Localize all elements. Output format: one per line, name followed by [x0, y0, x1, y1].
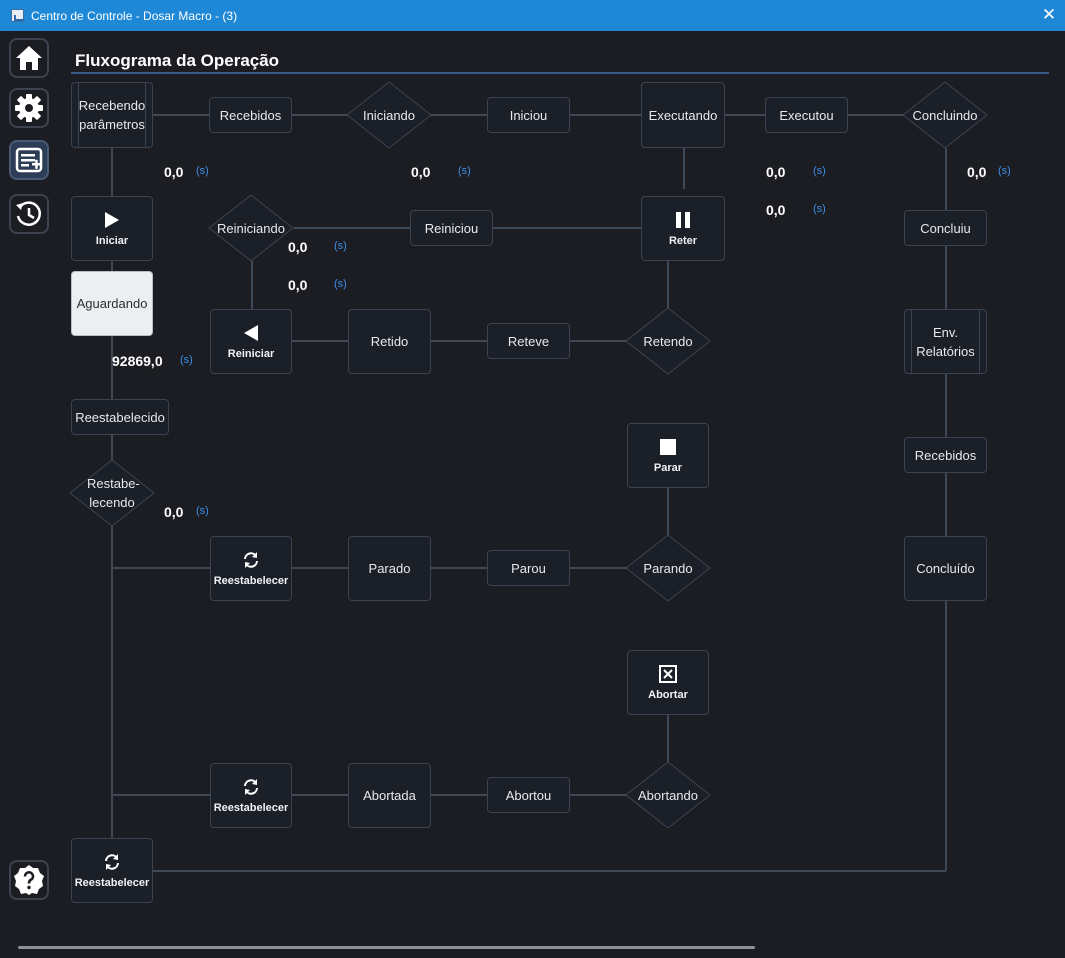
state-label: Concluindo	[912, 107, 978, 123]
transition-label: Concluiu	[920, 220, 971, 236]
back-arrow-icon	[244, 324, 258, 341]
timer-unit: (s)	[813, 165, 826, 177]
button-label: Abortar	[648, 688, 688, 701]
transition-label: Reiniciou	[424, 220, 479, 236]
transition-label: Reteve	[507, 333, 550, 349]
state-label: Iniciando	[362, 107, 416, 123]
state-label: Abortada	[363, 788, 416, 803]
state-label: Retendo	[643, 333, 693, 349]
reestabelecer-button[interactable]: Reestabelecer	[71, 838, 153, 903]
state-label: Concluído	[916, 561, 975, 576]
state-restabelecendo: Restabe- lecendo	[69, 459, 155, 527]
abortar-button[interactable]: Abortar	[627, 650, 709, 715]
state-abortando: Abortando	[625, 761, 711, 829]
timer-recebendo: 0,0	[164, 164, 184, 180]
refresh-icon	[244, 778, 258, 795]
transition-iniciou: Iniciou	[487, 97, 570, 133]
button-label: Parar	[653, 461, 683, 474]
state-recebendo-parametros: Recebendo parâmetros	[71, 82, 153, 148]
timer-unit: (s)	[196, 505, 209, 517]
state-label: Parado	[368, 561, 411, 576]
horizontal-scrollbar[interactable]	[0, 940, 1065, 958]
timer-concluindo: 0,0	[967, 164, 987, 180]
abort-icon	[659, 664, 677, 683]
iniciar-button[interactable]: Iniciar	[71, 196, 153, 261]
timer-iniciando: 0,0	[411, 164, 431, 180]
transition-label: Recebidos	[219, 107, 282, 123]
transition-concluiu: Concluiu	[904, 210, 987, 246]
transition-executou: Executou	[765, 97, 848, 133]
timer-unit: (s)	[334, 278, 347, 290]
stop-icon	[660, 438, 676, 455]
reestabelecer-button[interactable]: Reestabelecer	[210, 763, 292, 828]
button-label: Reestabelecer	[213, 574, 289, 587]
button-label: Reestabelecer	[213, 801, 289, 814]
timer-unit: (s)	[180, 354, 193, 366]
transition-recebidos-right: Recebidos	[904, 437, 987, 473]
timer-unit: (s)	[813, 203, 826, 215]
state-label: Aguardando	[76, 296, 148, 311]
state-retendo: Retendo	[625, 307, 711, 375]
transition-label: Executou	[779, 107, 834, 123]
button-label: Reestabelecer	[74, 876, 150, 889]
button-label: Iniciar	[95, 234, 129, 247]
reestabelecer-button[interactable]: Reestabelecer	[210, 536, 292, 601]
button-label: Reter	[668, 234, 698, 247]
transition-abortou: Abortou	[487, 777, 570, 813]
scrollbar-thumb[interactable]	[18, 946, 755, 949]
transition-label: Abortou	[505, 787, 552, 803]
transition-label: Recebidos	[914, 447, 977, 463]
timer-reiniciando: 0,0	[288, 239, 308, 255]
timer-unit: (s)	[196, 165, 209, 177]
state-label: Abortando	[638, 787, 698, 803]
state-parando: Parando	[625, 534, 711, 602]
state-label: Retido	[370, 334, 409, 349]
timer-unit: (s)	[334, 240, 347, 252]
timer-executando: 0,0	[766, 164, 786, 180]
state-abortada: Abortada	[348, 763, 431, 828]
transition-label: Iniciou	[509, 107, 548, 123]
state-aguardando: Aguardando	[71, 271, 153, 336]
state-executando: Executando	[641, 82, 725, 148]
timer-reiniciando-2: 0,0	[288, 277, 308, 293]
transition-parou: Parou	[487, 550, 570, 586]
timer-unit: (s)	[458, 165, 471, 177]
refresh-icon	[105, 853, 119, 870]
state-parado: Parado	[348, 536, 431, 601]
state-env-relatorios: Env. Relatórios	[904, 309, 987, 374]
state-label: Parando	[643, 560, 693, 576]
transition-recebidos: Recebidos	[209, 97, 292, 133]
timer-aguardando: 92869,0	[112, 353, 163, 369]
refresh-icon	[244, 551, 258, 568]
transition-label: Parou	[511, 560, 546, 576]
state-label: Recebendo parâmetros	[78, 98, 146, 132]
timer-executando-2: 0,0	[766, 202, 786, 218]
timer-unit: (s)	[998, 165, 1011, 177]
state-label: Env. Relatórios	[916, 324, 975, 359]
transition-label: Reestabelecido	[75, 409, 165, 425]
state-concluindo: Concluindo	[902, 81, 988, 149]
reter-button[interactable]: Reter	[641, 196, 725, 261]
timer-restabelecendo: 0,0	[164, 504, 184, 520]
pause-icon	[676, 211, 690, 228]
state-label: Executando	[648, 107, 718, 123]
state-label: Restabe- lecendo	[87, 476, 140, 510]
button-label: Reiniciar	[227, 347, 275, 360]
play-icon	[105, 211, 119, 228]
transition-reteve: Reteve	[487, 323, 570, 359]
state-retido: Retido	[348, 309, 431, 374]
transition-reiniciou: Reiniciou	[410, 210, 493, 246]
state-iniciando: Iniciando	[346, 81, 432, 149]
parar-button[interactable]: Parar	[627, 423, 709, 488]
reiniciar-button[interactable]: Reiniciar	[210, 309, 292, 374]
state-label: Reiniciando	[217, 220, 285, 236]
transition-reestabelecido: Reestabelecido	[71, 399, 169, 435]
state-concluido: Concluído	[904, 536, 987, 601]
state-reiniciando: Reiniciando	[208, 194, 294, 262]
